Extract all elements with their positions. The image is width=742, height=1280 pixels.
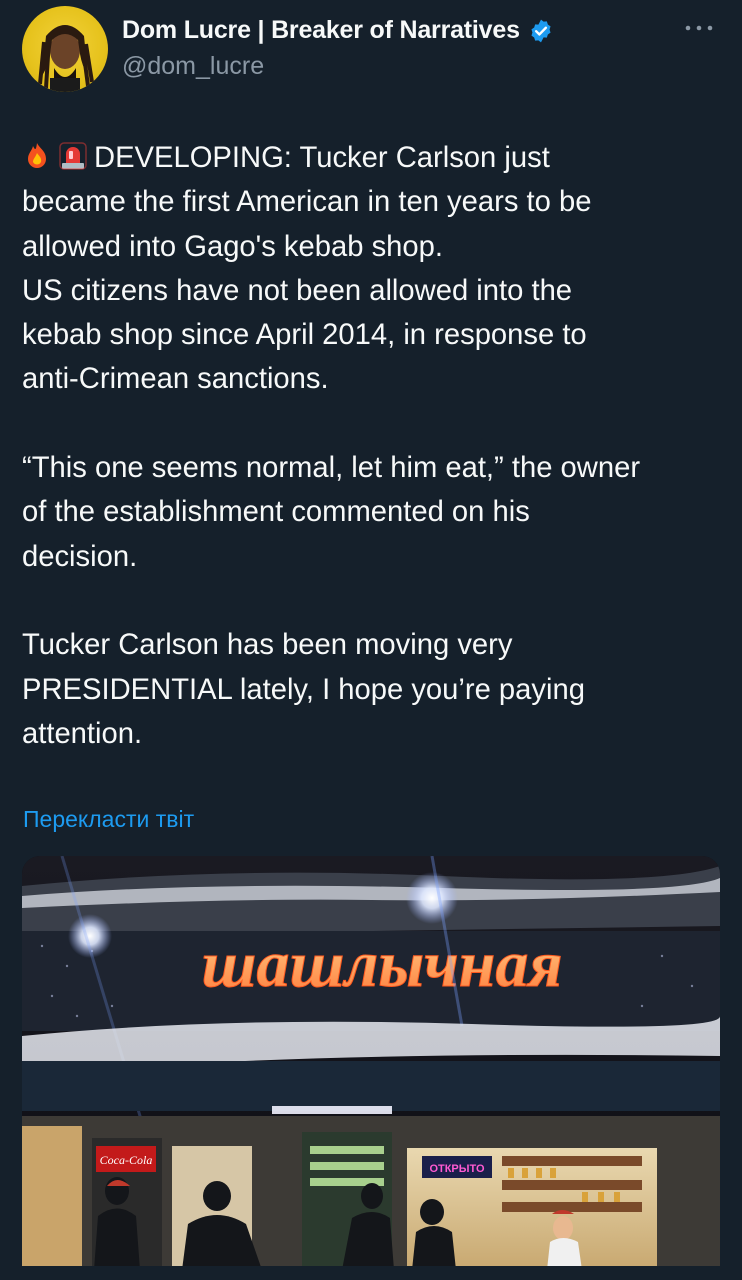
tweet-text: DEVELOPING: Tucker Carlson just became t… — [22, 142, 641, 750]
verified-badge-icon — [531, 19, 551, 42]
rotating-light-emoji-icon — [59, 142, 87, 170]
fire-emoji-icon — [28, 143, 46, 168]
tweet-body: DEVELOPING: Tucker Carlson just became t… — [22, 136, 727, 756]
shop-sign-text: шашлычная — [202, 928, 563, 1001]
author-handle[interactable]: @dom_lucre — [122, 52, 264, 81]
more-options-icon[interactable] — [682, 18, 716, 38]
author-display-name[interactable]: Dom Lucre | Breaker of Narratives — [122, 16, 520, 45]
translate-tweet-link[interactable]: Перекласти твіт — [23, 806, 194, 833]
coca-cola-sign-text: Coca-Cola — [100, 1153, 153, 1167]
tweet-media-image[interactable]: шашлычная Coca-Cola ОТКРЫТО — [22, 856, 720, 1270]
bottom-edge — [0, 1266, 742, 1280]
avatar[interactable] — [22, 6, 108, 92]
open-sign-text: ОТКРЫТО — [429, 1163, 485, 1175]
tweet-header: Dom Lucre | Breaker of Narratives @dom_l… — [22, 4, 722, 94]
